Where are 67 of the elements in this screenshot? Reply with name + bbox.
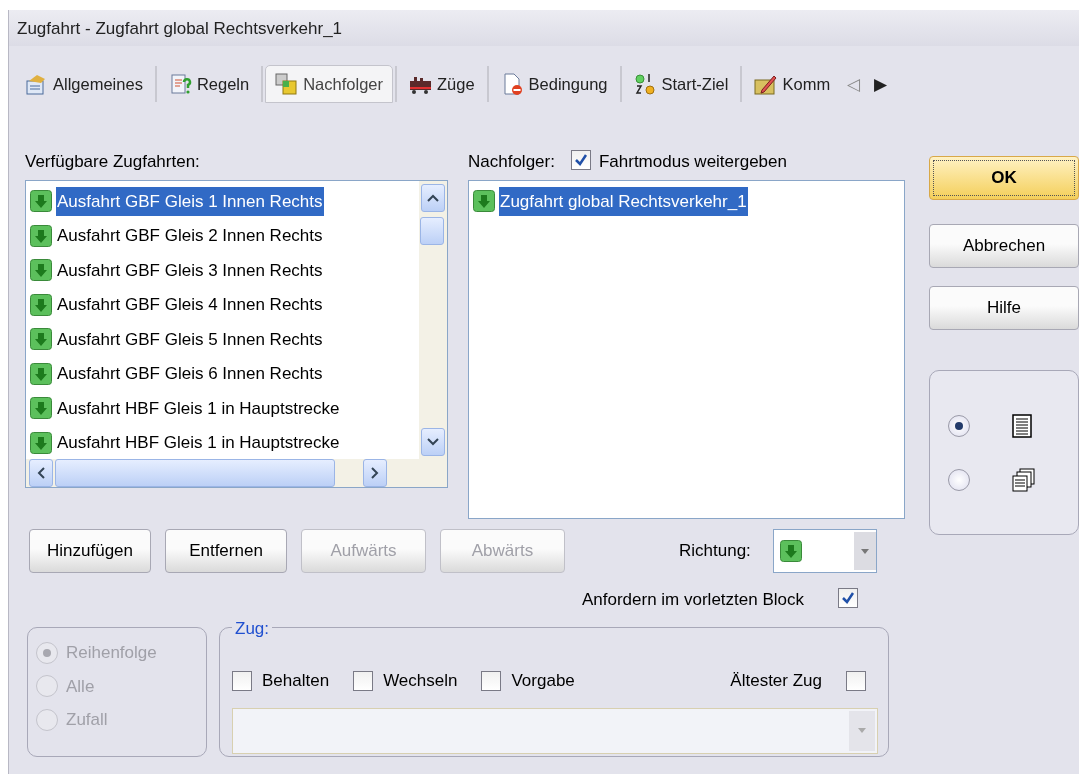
- scroll-down-button[interactable]: [421, 428, 445, 456]
- tab[interactable]: Start-Ziel: [623, 64, 739, 104]
- radio-label: Reihenfolge: [66, 642, 157, 664]
- checkbox-label: Fahrtmodus weitergeben: [598, 150, 787, 173]
- chevron-left-icon: [37, 467, 45, 479]
- radio-button[interactable]: [948, 468, 970, 491]
- stacked-pages-icon: [1012, 467, 1036, 492]
- radio-label: Zufall: [66, 709, 108, 731]
- tab[interactable]: Allgemeines: [15, 64, 153, 104]
- list-label: Nachfolger:: [468, 150, 555, 173]
- horizontal-scrollbar[interactable]: [26, 459, 447, 487]
- list-item[interactable]: Ausfahrt GBF Gleis 6 Innen Rechts: [56, 359, 324, 389]
- dialog-button[interactable]: OK: [929, 156, 1079, 200]
- checkbox[interactable]: [232, 670, 252, 691]
- chevron-down-icon: [427, 438, 439, 446]
- chevron-right-icon: [371, 467, 379, 479]
- list-item[interactable]: Ausfahrt GBF Gleis 1 Innen Rechts: [56, 186, 324, 216]
- caret-icon: [860, 548, 869, 554]
- tab[interactable]: Nachfolger: [265, 64, 393, 104]
- checkbox[interactable]: [570, 149, 591, 170]
- scrollbar-thumb[interactable]: [420, 217, 444, 245]
- list-item[interactable]: Ausfahrt GBF Gleis 3 Innen Rechts: [56, 255, 324, 285]
- scroll-up-button[interactable]: [421, 184, 445, 212]
- scroll-left-button[interactable]: [29, 459, 53, 487]
- checkbox[interactable]: [353, 670, 374, 691]
- vertical-scrollbar[interactable]: [419, 181, 447, 459]
- checkmark-icon: [573, 152, 588, 167]
- checkbox[interactable]: [846, 670, 866, 691]
- dialog-button[interactable]: Abbrechen: [929, 224, 1079, 268]
- list-item[interactable]: Zugfahrt global Rechtsverkehr_1: [499, 186, 748, 216]
- circles-icon: [633, 72, 657, 96]
- tab[interactable]: Züge: [399, 64, 485, 104]
- checkbox[interactable]: [481, 670, 502, 691]
- list-button[interactable]: Hinzufügen: [29, 529, 151, 573]
- caret-icon: [858, 728, 866, 733]
- dialog-button[interactable]: Hilfe: [929, 286, 1079, 330]
- direction-dropdown[interactable]: [772, 529, 877, 573]
- checkbox-label: Wechseln: [383, 670, 458, 692]
- squares-icon: [275, 72, 299, 96]
- scroll-right-button[interactable]: ▶: [867, 70, 895, 98]
- checkbox[interactable]: [838, 588, 858, 609]
- window-title: Zugfahrt - Zugfahrt global Rechtsverkehr_1: [9, 10, 1079, 46]
- tab[interactable]: Komm: [744, 64, 841, 104]
- checkbox-label: Vorgabe: [511, 670, 575, 692]
- scrollbar-thumb[interactable]: [55, 459, 335, 487]
- checkbox-label: Ältester Zug: [730, 670, 822, 692]
- list-item[interactable]: Ausfahrt HBF Gleis 1 in Hauptstrecke: [56, 393, 341, 423]
- available-list[interactable]: [25, 180, 448, 488]
- list-item[interactable]: Ausfahrt GBF Gleis 5 Innen Rechts: [56, 324, 324, 354]
- successor-list[interactable]: Zugfahrt global Rechtsverkehr_1: [468, 180, 905, 519]
- checkbox-label: Anfordern im vorletzten Block: [581, 589, 804, 612]
- radio-button[interactable]: [948, 414, 970, 437]
- checkmark-icon: [841, 591, 855, 606]
- direction-label: Richtung:: [679, 540, 751, 563]
- list-label: Verfügbare Zugfahrten:: [25, 150, 201, 173]
- radio-label: Alle: [66, 675, 95, 698]
- tab[interactable]: Bedingung: [490, 64, 618, 104]
- document-icon: [168, 72, 192, 96]
- chevron-up-icon: [427, 194, 439, 202]
- list-item[interactable]: Ausfahrt GBF Gleis 4 Innen Rechts: [56, 290, 324, 320]
- list-item[interactable]: Ausfahrt GBF Gleis 2 Innen Rechts: [56, 221, 324, 251]
- scroll-right-button[interactable]: [363, 459, 387, 487]
- tab[interactable]: Regeln: [158, 64, 260, 104]
- list-item[interactable]: Ausfahrt HBF Gleis 1 in Hauptstrecke: [56, 428, 341, 458]
- list-button[interactable]: Entfernen: [165, 529, 287, 573]
- checkbox-label: Behalten: [262, 670, 330, 692]
- card-icon: [25, 72, 48, 96]
